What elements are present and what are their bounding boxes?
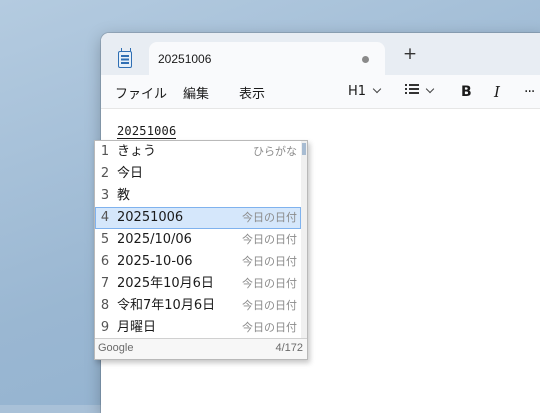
candidate-annotation: 今日の日付 — [242, 233, 297, 246]
heading-dropdown[interactable]: H1 — [348, 82, 382, 102]
candidate-annotation: 今日の日付 — [242, 255, 297, 268]
tab-active[interactable]: 20251006 — [149, 42, 385, 75]
candidate-item[interactable]: 6 2025-10-06 今日の日付 — [95, 251, 301, 273]
composition-text: 20251006 — [117, 124, 177, 139]
menu-file[interactable]: ファイル — [115, 83, 167, 102]
chevron-down-icon — [372, 84, 382, 94]
candidate-item[interactable]: 3 教 — [95, 185, 301, 207]
candidate-number: 8 — [100, 298, 110, 313]
candidate-text: 教 — [117, 188, 131, 203]
list-dropdown[interactable] — [405, 82, 435, 102]
candidate-number: 7 — [100, 276, 110, 291]
candidate-item[interactable]: 5 2025/10/06 今日の日付 — [95, 229, 301, 251]
candidate-item[interactable]: 1 きょう ひらがな — [95, 141, 301, 163]
bold-button[interactable]: B — [461, 82, 472, 102]
candidate-annotation: ひらがな — [253, 145, 297, 158]
candidate-count: 4/172 — [275, 342, 303, 354]
candidate-text: 2025-10-06 — [117, 254, 193, 269]
menu-edit[interactable]: 編集 — [183, 83, 209, 102]
candidate-annotation: 今日の日付 — [242, 321, 297, 334]
candidate-number: 1 — [100, 144, 110, 159]
italic-button[interactable]: I — [494, 82, 500, 102]
candidate-item[interactable]: 2 今日 — [95, 163, 301, 185]
candidate-text: 月曜日 — [117, 320, 157, 335]
new-tab-button[interactable]: + — [401, 45, 419, 63]
ime-brand-label: Google — [98, 342, 134, 354]
more-button[interactable]: ··· — [524, 82, 535, 102]
candidate-item[interactable]: 9 月曜日 今日の日付 — [95, 317, 301, 339]
candidate-annotation: 今日の日付 — [242, 299, 297, 312]
chevron-down-icon — [425, 84, 435, 94]
candidate-text: 2025年10月6日 — [117, 276, 214, 291]
candidate-number: 3 — [100, 188, 110, 203]
candidate-text: 令和7年10月6日 — [117, 298, 216, 313]
candidate-text: 今日 — [117, 166, 144, 181]
candidate-list: 1 きょう ひらがな 2 今日 3 教 4 20251006 今日の日付 5 2… — [95, 141, 301, 339]
candidate-scrollbar[interactable] — [301, 141, 307, 338]
unsaved-dot-icon[interactable] — [362, 56, 369, 63]
candidate-item[interactable]: 7 2025年10月6日 今日の日付 — [95, 273, 301, 295]
menu-bar: ファイル 編集 表示 H1 B I ··· — [101, 75, 540, 109]
candidate-annotation: 今日の日付 — [242, 277, 297, 290]
tab-bar: 20251006 + — [101, 33, 540, 75]
candidate-item[interactable]: 8 令和7年10月6日 今日の日付 — [95, 295, 301, 317]
ime-candidate-window: 1 きょう ひらがな 2 今日 3 教 4 20251006 今日の日付 5 2… — [94, 140, 308, 360]
candidate-scrollbar-thumb[interactable] — [302, 143, 306, 155]
candidate-text: きょう — [117, 144, 157, 159]
candidate-text: 20251006 — [117, 210, 184, 225]
tab-title: 20251006 — [158, 52, 212, 66]
candidate-number: 6 — [100, 254, 110, 269]
candidate-annotation: 今日の日付 — [242, 211, 297, 224]
candidate-number: 2 — [100, 166, 110, 181]
candidate-number: 5 — [100, 232, 110, 247]
ime-footer: Google 4/172 — [95, 338, 307, 359]
candidate-number: 4 — [100, 210, 110, 225]
candidate-number: 9 — [100, 320, 110, 335]
candidate-item-selected[interactable]: 4 20251006 今日の日付 — [95, 207, 301, 229]
menu-view[interactable]: 表示 — [239, 83, 265, 102]
notepad-app-icon — [118, 48, 132, 68]
heading-label: H1 — [348, 84, 367, 99]
bulleted-list-icon — [405, 84, 419, 94]
candidate-text: 2025/10/06 — [117, 232, 192, 247]
